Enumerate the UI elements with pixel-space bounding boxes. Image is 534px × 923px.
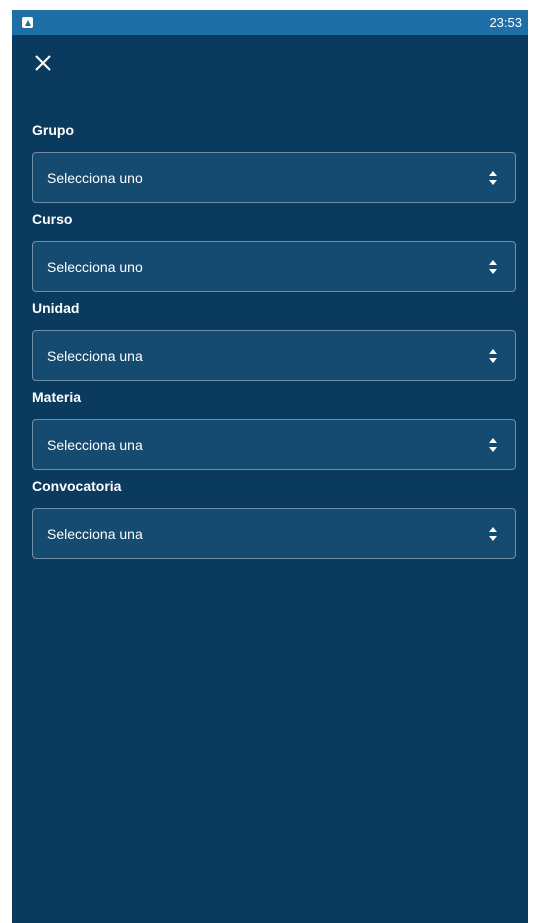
app-bar <box>12 35 528 95</box>
group-select-value: Selecciona uno <box>47 169 143 186</box>
filter-form: Grupo Selecciona uno Curso Selecciona un… <box>32 120 516 559</box>
subject-label: Materia <box>32 389 82 405</box>
group-select[interactable]: Selecciona uno <box>32 152 516 203</box>
course-label: Curso <box>32 211 73 227</box>
call-select[interactable]: Selecciona una <box>32 508 516 559</box>
up-down-arrows-icon <box>489 438 497 452</box>
unit-label: Unidad <box>32 300 80 316</box>
call-label: Convocatoria <box>32 478 122 494</box>
close-icon[interactable] <box>30 50 56 76</box>
status-time: 23:53 <box>489 15 522 30</box>
subject-select[interactable]: Selecciona una <box>32 419 516 470</box>
screen: 23:53 Grupo Selecciona uno Curso Selecci… <box>12 10 528 923</box>
course-select-value: Selecciona uno <box>47 258 143 275</box>
subject-select-value: Selecciona una <box>47 436 143 453</box>
course-select[interactable]: Selecciona uno <box>32 241 516 292</box>
unit-select[interactable]: Selecciona una <box>32 330 516 381</box>
notification-icon <box>22 17 33 28</box>
up-down-arrows-icon <box>489 260 497 274</box>
up-down-arrows-icon <box>489 171 497 185</box>
status-bar: 23:53 <box>12 10 528 35</box>
up-down-arrows-icon <box>489 349 497 363</box>
call-select-value: Selecciona una <box>47 525 143 542</box>
unit-select-value: Selecciona una <box>47 347 143 364</box>
up-down-arrows-icon <box>489 527 497 541</box>
group-label: Grupo <box>32 122 74 138</box>
